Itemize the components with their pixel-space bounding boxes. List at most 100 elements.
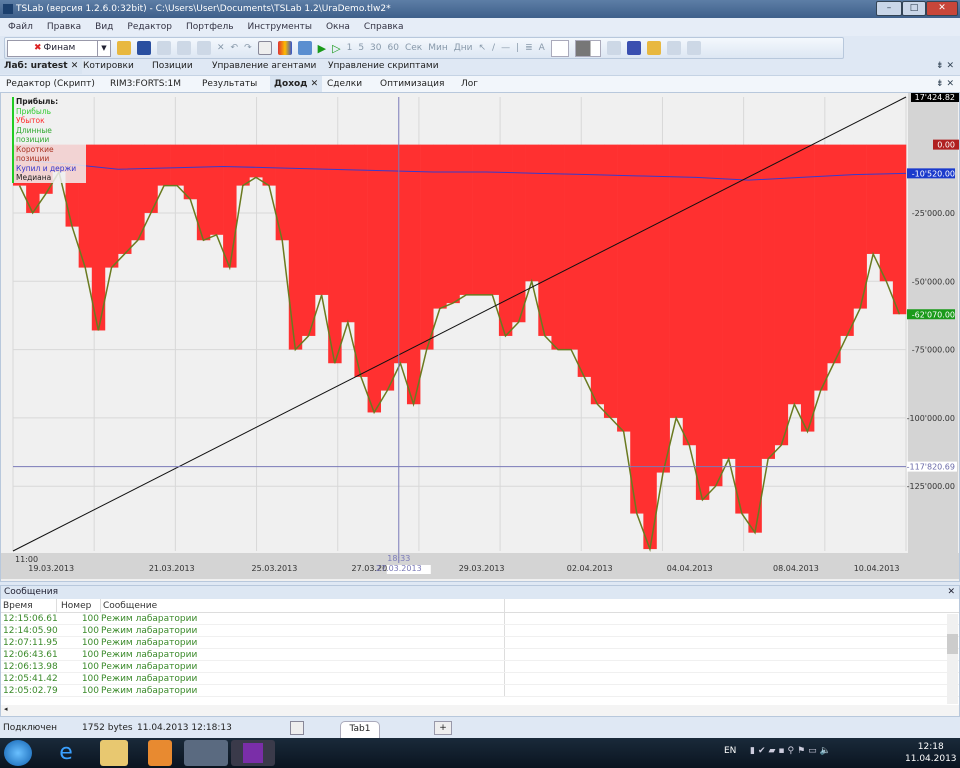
media-player-icon[interactable] <box>148 740 172 766</box>
menu-tools[interactable]: Инструменты <box>248 22 312 32</box>
maximize-button[interactable]: □ <box>902 1 926 16</box>
tab-tab1[interactable]: Tab1 <box>340 721 380 738</box>
message-number: 100 <box>81 626 99 636</box>
add-tab-button[interactable]: + <box>434 721 452 735</box>
close-icon[interactable]: ✕ <box>947 586 955 599</box>
language-indicator[interactable]: EN <box>724 746 736 756</box>
delete-icon[interactable]: ✕ <box>217 43 225 53</box>
explorer-icon[interactable] <box>100 740 128 766</box>
interval-30[interactable]: 30 <box>370 43 381 53</box>
tab-results[interactable]: Результаты <box>202 76 257 93</box>
redo-icon[interactable]: ↷ <box>244 43 252 53</box>
legend-title: Прибыль: <box>16 97 59 106</box>
message-row[interactable]: 12:06:43.61 100 Режим лабаратории <box>1 649 959 661</box>
tab-lab[interactable]: Лаб: uratest ✕ <box>0 59 83 74</box>
template-icon[interactable] <box>626 41 641 55</box>
legend-buy-hold[interactable]: Купил и держи <box>16 164 86 174</box>
income-chart[interactable]: -25'000.00 -50'000.00 -75'000.00 -100'000.0… <box>1 92 960 581</box>
layout1-icon[interactable] <box>666 41 681 55</box>
value-marker: -62'070.00 <box>907 309 955 320</box>
line-style-select[interactable] <box>550 39 569 57</box>
tab-income[interactable]: Доход ✕ <box>270 76 323 93</box>
vline-icon[interactable]: | <box>516 43 519 53</box>
minimize-button[interactable]: – <box>876 1 902 16</box>
tab-quotes[interactable]: Котировки <box>83 59 134 74</box>
message-row[interactable]: 12:05:41.42 100 Режим лабаратории <box>1 673 959 685</box>
menu-portfolio[interactable]: Портфель <box>186 22 234 32</box>
horizontal-scrollbar[interactable]: ◂ <box>1 705 959 716</box>
properties-icon[interactable] <box>257 41 272 55</box>
undo-icon[interactable]: ↶ <box>231 43 239 53</box>
legend-loss[interactable]: Убыток <box>16 116 86 126</box>
start-button[interactable] <box>4 740 32 766</box>
open-layout-icon[interactable] <box>646 41 661 55</box>
tab-scripts[interactable]: Управление скриптами <box>328 59 439 74</box>
tab-log[interactable]: Лог <box>461 76 478 93</box>
text-icon[interactable]: A <box>539 43 545 53</box>
unit-min[interactable]: Мин <box>428 43 448 53</box>
agents-icon[interactable] <box>297 41 312 55</box>
traffic-bytes: 1752 bytes <box>82 723 133 733</box>
step-icon[interactable]: ▷ <box>332 42 340 55</box>
layout2-icon[interactable] <box>686 41 701 55</box>
color-select[interactable] <box>574 39 601 57</box>
line-icon[interactable]: / <box>492 43 495 53</box>
ie-icon[interactable]: e <box>52 740 80 766</box>
message-row[interactable]: 12:14:05.90 100 Режим лабаратории <box>1 625 959 637</box>
chart-icon[interactable] <box>277 41 292 55</box>
menu-edit[interactable]: Правка <box>47 22 81 32</box>
open-icon[interactable] <box>117 41 131 55</box>
legend-short[interactable]: Короткие позиции <box>16 145 86 164</box>
cursor-icon[interactable]: ↖ <box>478 43 486 53</box>
close-button[interactable]: ✕ <box>926 1 958 16</box>
close-icon[interactable]: ✕ <box>71 61 79 71</box>
save-layout-icon[interactable] <box>606 41 621 55</box>
chevron-down-icon[interactable]: ▼ <box>97 40 110 56</box>
tab-optimization[interactable]: Оптимизация <box>380 76 444 93</box>
paste-icon[interactable] <box>197 41 211 55</box>
col-message[interactable]: Сообщение <box>101 599 505 612</box>
tab-positions[interactable]: Позиции <box>152 59 193 74</box>
clock-date: 11.04.2013 <box>905 754 957 764</box>
hline-icon[interactable]: — <box>501 43 510 53</box>
tray-icons[interactable]: ▮✔▰▪⚲⚑▭🔈 <box>750 746 834 756</box>
cut-icon[interactable] <box>177 41 191 55</box>
message-row[interactable]: 12:15:06.61 100 Режим лабаратории <box>1 613 959 625</box>
col-number[interactable]: Номер <box>57 599 101 612</box>
tab-instrument[interactable]: RIM3:FORTS:1M <box>110 76 181 93</box>
messages-scrollbar[interactable] <box>947 614 958 704</box>
legend-median[interactable]: Медиана <box>16 173 86 183</box>
clock[interactable]: 12:18 11.04.2013 <box>905 741 957 765</box>
close-icon[interactable]: ✕ <box>311 79 319 89</box>
play-icon[interactable]: ▶ <box>318 42 326 55</box>
tab-trades[interactable]: Сделки <box>327 76 362 93</box>
unit-sec[interactable]: Сек <box>405 43 422 53</box>
menu-help[interactable]: Справка <box>364 22 404 32</box>
menu-view[interactable]: Вид <box>95 22 113 32</box>
x-tick-label: 29.03.2013 <box>459 564 505 573</box>
save-icon[interactable] <box>137 41 151 55</box>
pin-close-icon[interactable]: ⇟ ✕ <box>936 76 954 93</box>
menu-windows[interactable]: Окна <box>326 22 350 32</box>
pin-close-icon[interactable]: ⇟ ✕ <box>936 59 954 74</box>
interval-1[interactable]: 1 <box>347 43 353 53</box>
fib-icon[interactable]: ≣ <box>525 43 533 53</box>
menu-editor[interactable]: Редактор <box>127 22 172 32</box>
interval-60[interactable]: 60 <box>388 43 399 53</box>
interval-5[interactable]: 5 <box>358 43 364 53</box>
layout-icon[interactable] <box>290 721 304 735</box>
visual-studio-icon[interactable] <box>231 740 275 766</box>
message-row[interactable]: 12:05:02.79 100 Режим лабаратории <box>1 685 959 697</box>
tslab-task-icon[interactable] <box>184 740 228 766</box>
menu-file[interactable]: Файл <box>8 22 33 32</box>
legend-profit[interactable]: Прибыль <box>16 107 86 117</box>
legend-long[interactable]: Длинные позиции <box>16 126 86 145</box>
message-row[interactable]: 12:06:13.98 100 Режим лабаратории <box>1 661 959 673</box>
message-row[interactable]: 12:07:11.95 100 Режим лабаратории <box>1 637 959 649</box>
copy-icon[interactable] <box>157 41 171 55</box>
provider-select[interactable]: ✖ Финам ▼ <box>7 39 111 57</box>
col-time[interactable]: Время <box>1 599 57 612</box>
tab-agents[interactable]: Управление агентами <box>212 59 316 74</box>
unit-days[interactable]: Дни <box>454 43 473 53</box>
tab-script-editor[interactable]: Редактор (Скрипт) <box>6 76 95 93</box>
